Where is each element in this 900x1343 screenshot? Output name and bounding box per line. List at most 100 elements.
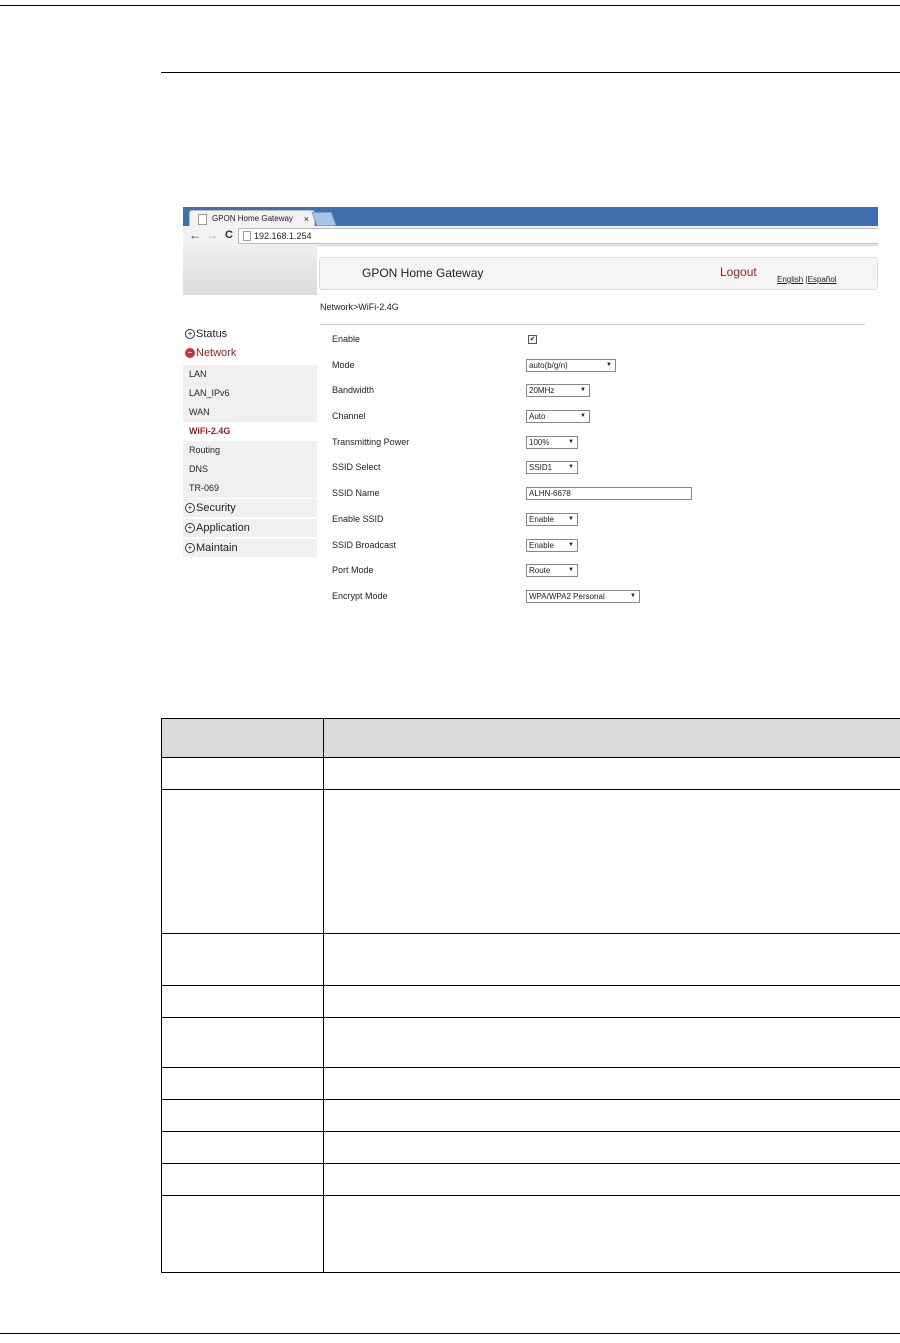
sidebar-application[interactable]: + Application: [183, 519, 317, 537]
dropdown-arrow-icon: ▼: [568, 567, 574, 573]
enable-label: Enable: [332, 334, 361, 344]
table-cell: [323, 985, 900, 1018]
dropdown-arrow-icon: ▼: [568, 542, 574, 548]
mode-label: Mode: [332, 360, 355, 370]
screenshot-embed: GPON Home Gateway × ← → C 192.168.1.254 …: [183, 207, 878, 607]
bandwidth-select[interactable]: 20MHz ▼: [526, 384, 590, 397]
english-link[interactable]: English: [777, 275, 803, 284]
new-tab-button[interactable]: [311, 212, 337, 226]
dropdown-arrow-icon: ▼: [568, 439, 574, 445]
port-mode-select[interactable]: Route ▼: [526, 564, 578, 577]
address-bar: ← → C 192.168.1.254: [183, 226, 878, 246]
plus-icon: +: [185, 543, 195, 553]
ssid-broadcast-label: SSID Broadcast: [332, 540, 397, 550]
sidebar-item-lan-ipv6[interactable]: LAN_IPv6: [183, 384, 317, 403]
port-mode-label: Port Mode: [332, 565, 374, 575]
table-cell: [161, 933, 324, 986]
ssid-select-label: SSID Select: [332, 462, 381, 472]
port-mode-row: Port Mode Route ▼: [332, 563, 862, 577]
table-cell: [323, 1067, 900, 1100]
gateway-header: GPON Home Gateway Logout English |Españo…: [319, 257, 878, 290]
sidebar-maintain[interactable]: + Maintain: [183, 539, 317, 557]
power-select[interactable]: 100% ▼: [526, 436, 578, 449]
mode-select[interactable]: auto(b/g/n) ▼: [526, 359, 616, 372]
table-cell: [323, 1131, 900, 1164]
channel-row: Channel Auto ▼: [332, 409, 862, 423]
table-cell: [161, 1131, 324, 1164]
language-switch: English |Español: [777, 275, 836, 284]
table-cell: [161, 1017, 324, 1068]
parameter-table: [161, 718, 900, 1273]
dropdown-arrow-icon: ▼: [568, 464, 574, 470]
power-label: Transmitting Power: [332, 437, 410, 447]
url-text: 192.168.1.254: [254, 231, 312, 241]
sidebar-item-wifi-2-4g[interactable]: WiFi-2.4G: [183, 422, 317, 441]
ssid-name-label: SSID Name: [332, 488, 380, 498]
sidebar-item-routing[interactable]: Routing: [183, 441, 317, 460]
table-cell: [323, 757, 900, 790]
bandwidth-row: Bandwidth 20MHz ▼: [332, 383, 862, 397]
forward-icon[interactable]: →: [206, 228, 218, 242]
encrypt-mode-select[interactable]: WPA/WPA2 Personal ▼: [526, 590, 640, 603]
table-row: [161, 933, 900, 986]
table-cell: [161, 1099, 324, 1132]
table-cell: [161, 985, 324, 1018]
page-icon: [198, 214, 207, 225]
table-cell: [161, 1163, 324, 1196]
enable-ssid-select[interactable]: Enable ▼: [526, 513, 578, 526]
sidebar-item-lan[interactable]: LAN: [183, 365, 317, 384]
enable-row: Enable ✔: [332, 332, 862, 346]
sidebar-item-dns[interactable]: DNS: [183, 460, 317, 479]
sidebar-item-wan[interactable]: WAN: [183, 403, 317, 422]
table-cell: [323, 1099, 900, 1132]
table-cell: [323, 1163, 900, 1196]
table-cell: [323, 789, 900, 934]
ssid-broadcast-row: SSID Broadcast Enable ▼: [332, 538, 862, 552]
top-rule: [0, 5, 900, 6]
footer-rule: [0, 1333, 900, 1334]
table-header-row: [161, 718, 900, 758]
tab-title: GPON Home Gateway: [212, 214, 293, 223]
encrypt-mode-row: Encrypt Mode WPA/WPA2 Personal ▼: [332, 589, 862, 603]
sidebar-status[interactable]: + Status: [183, 325, 317, 343]
ssid-name-input[interactable]: ALHN-6678: [526, 487, 692, 500]
table-row: [161, 1163, 900, 1196]
sidebar-item-tr-069[interactable]: TR-069: [183, 479, 317, 498]
sidebar-security[interactable]: + Security: [183, 499, 317, 517]
header-rule: [161, 72, 900, 73]
table-row: [161, 985, 900, 1018]
gateway-title: GPON Home Gateway: [362, 266, 484, 280]
enable-checkbox[interactable]: ✔: [528, 335, 537, 344]
ssid-broadcast-select[interactable]: Enable ▼: [526, 539, 578, 552]
breadcrumb: Network>WiFi-2.4G: [320, 302, 399, 312]
sidebar-header: [183, 245, 317, 295]
browser-tab[interactable]: GPON Home Gateway ×: [189, 210, 315, 227]
sidebar: + Status − Network LAN LAN_IPv6 WAN WiFi-2…: [183, 245, 317, 561]
table-cell: [323, 1017, 900, 1068]
dropdown-arrow-icon: ▼: [568, 516, 574, 522]
reload-icon[interactable]: C: [225, 228, 233, 242]
table-cell: [161, 1195, 324, 1273]
back-icon[interactable]: ←: [189, 228, 201, 242]
spanish-link[interactable]: Español: [808, 275, 837, 284]
bandwidth-label: Bandwidth: [332, 385, 375, 395]
table-cell: [323, 933, 900, 986]
logout-link[interactable]: Logout: [720, 265, 757, 279]
ssid-select-row: SSID Select SSID1 ▼: [332, 460, 862, 474]
table-row: [161, 1017, 900, 1068]
page-icon: [243, 231, 251, 241]
table-row: [161, 1099, 900, 1132]
table-row: [161, 1195, 900, 1273]
sidebar-network[interactable]: − Network: [183, 344, 317, 362]
url-input[interactable]: 192.168.1.254: [238, 228, 878, 244]
table-cell: [161, 1067, 324, 1100]
mode-row: Mode auto(b/g/n) ▼: [332, 358, 862, 372]
close-icon[interactable]: ×: [304, 211, 309, 227]
enable-ssid-label: Enable SSID: [332, 514, 384, 524]
ssid-select[interactable]: SSID1 ▼: [526, 461, 578, 474]
enable-ssid-row: Enable SSID Enable ▼: [332, 512, 862, 526]
divider: [320, 324, 865, 325]
ssid-name-row: SSID Name ALHN-6678: [332, 486, 862, 500]
channel-select[interactable]: Auto ▼: [526, 410, 590, 423]
power-row: Transmitting Power 100% ▼: [332, 435, 862, 449]
